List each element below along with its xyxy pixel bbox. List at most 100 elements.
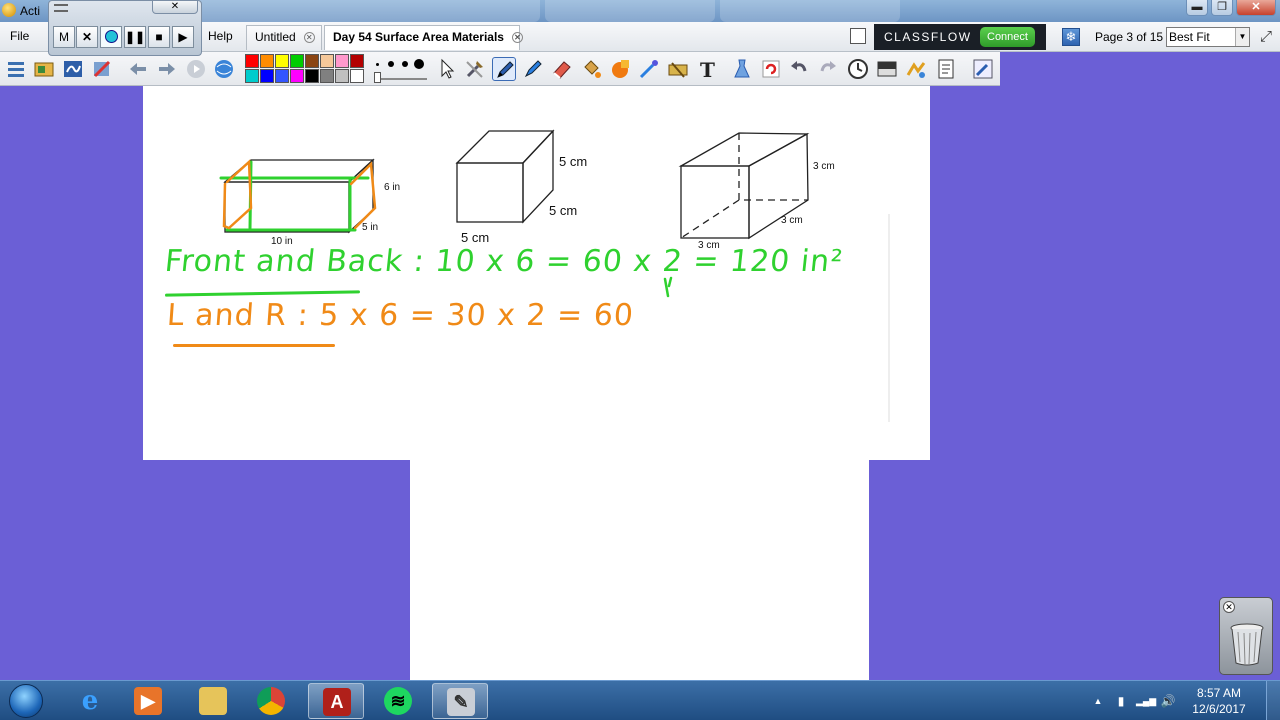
recorder-record-button[interactable] (100, 26, 122, 48)
snowflake-icon[interactable]: ❄ (1062, 28, 1080, 46)
flipchart-icon[interactable] (61, 57, 85, 81)
color-swatch-5[interactable] (320, 54, 334, 68)
previous-page-icon[interactable] (126, 57, 150, 81)
recorder-menu-button[interactable]: M (53, 26, 75, 48)
connector-icon[interactable] (666, 57, 690, 81)
tab-day-54[interactable]: Day 54 Surface Area Materials ✕ (324, 25, 523, 50)
color-swatch-4[interactable] (305, 54, 319, 68)
color-swatch-14[interactable] (335, 69, 349, 83)
fill-icon[interactable] (579, 57, 603, 81)
recorder-pause-button[interactable]: ❚❚ (124, 26, 146, 48)
desktop-annotate-icon[interactable] (904, 57, 928, 81)
color-swatch-10[interactable] (275, 69, 289, 83)
taskbar-media-player[interactable]: ▶ (120, 683, 176, 719)
pen-size-medium[interactable] (388, 61, 394, 67)
tools-icon[interactable] (463, 57, 487, 81)
recorder-stop-button[interactable]: ■ (148, 26, 170, 48)
notes-icon[interactable] (934, 57, 958, 81)
close-button[interactable]: ✕ (1236, 0, 1276, 16)
orange-ink-annotation: L and R : 5 x 6 = 30 x 2 = 60 (165, 298, 636, 333)
magic-ink-icon[interactable] (637, 57, 661, 81)
taskbar-file-explorer[interactable] (185, 683, 241, 719)
tab-close-icon[interactable]: ✕ (511, 32, 523, 43)
system-clock[interactable]: 8:57 AM 12/6/2017 (1186, 685, 1252, 717)
recorder-cancel-button[interactable]: ✕ (76, 26, 98, 48)
minimize-button[interactable]: ▬ (1186, 0, 1208, 16)
color-swatch-11[interactable] (290, 69, 304, 83)
color-swatch-9[interactable] (260, 69, 274, 83)
chrome-icon (257, 687, 285, 715)
highlighter-icon[interactable] (521, 57, 545, 81)
menu-help[interactable]: Help (208, 22, 233, 52)
menu-file[interactable]: File (10, 22, 29, 52)
clock-icon[interactable] (846, 57, 870, 81)
clear-icon[interactable] (90, 57, 114, 81)
taskbar-internet-explorer[interactable]: e (62, 683, 118, 719)
pen-size-medium-large[interactable] (402, 61, 408, 67)
trash-bin-icon (1230, 623, 1264, 666)
zoom-select[interactable]: Best Fit ▼ (1166, 27, 1250, 47)
page-browser-icon[interactable] (850, 28, 866, 44)
redo-icon[interactable] (816, 57, 840, 81)
flipchart-page-lower[interactable] (410, 460, 869, 680)
color-swatch-1[interactable] (260, 54, 274, 68)
chevron-down-icon[interactable]: ▼ (1235, 28, 1249, 46)
color-swatch-12[interactable] (305, 69, 319, 83)
prism-1-depth-label: 5 in (362, 222, 379, 233)
taskbar-chrome[interactable] (243, 683, 299, 719)
record-icon (104, 30, 118, 43)
color-swatch-13[interactable] (320, 69, 334, 83)
recorder-play-button[interactable]: ▶ (172, 26, 194, 48)
signal-icon[interactable]: ▂▄▆ (1136, 693, 1156, 709)
shape-icon[interactable] (608, 57, 632, 81)
eraser-icon[interactable] (550, 57, 574, 81)
fullscreen-icon[interactable]: ⤢ (1256, 27, 1276, 47)
main-toolbar: T (0, 52, 1000, 86)
text-icon[interactable]: T (695, 57, 719, 82)
pen-size-small[interactable] (376, 63, 379, 66)
reset-page-icon[interactable] (759, 57, 783, 81)
pen-width-slider-handle[interactable] (374, 72, 381, 83)
taskbar-spotify[interactable]: ≋ (370, 683, 426, 719)
undo-icon[interactable] (787, 57, 811, 81)
show-desktop-button[interactable] (1266, 681, 1280, 720)
pen-width-slider[interactable] (375, 78, 427, 80)
main-menu-icon[interactable] (4, 57, 28, 81)
screen-shade-icon[interactable] (875, 57, 899, 81)
tab-close-icon[interactable]: ✕ (303, 32, 315, 43)
pen-size-large[interactable] (414, 59, 424, 69)
clear-annotations-icon[interactable] (730, 57, 754, 81)
play-media-icon[interactable] (184, 57, 208, 81)
maximize-button[interactable]: ❐ (1211, 0, 1233, 16)
select-icon[interactable] (435, 57, 459, 81)
network-icon[interactable]: ▮ (1113, 693, 1129, 709)
pen-width-selector[interactable] (370, 54, 430, 84)
classflow-connect-button[interactable]: Connect (980, 27, 1035, 47)
trash-can[interactable]: ✕ (1219, 597, 1273, 675)
volume-icon[interactable]: 🔊 (1160, 693, 1176, 709)
orange-ink-underline (173, 344, 335, 347)
show-hidden-icons[interactable]: ▲ (1090, 693, 1106, 709)
pen-icon[interactable] (492, 57, 516, 81)
color-swatch-15[interactable] (350, 69, 364, 83)
flipchart-page[interactable]: 6 in 5 in 10 in 5 cm 5 cm 5 cm 3 cm 3 cm… (143, 86, 930, 460)
tab-untitled[interactable]: Untitled ✕ (246, 25, 322, 50)
trash-close-icon[interactable]: ✕ (1223, 601, 1235, 613)
color-swatch-3[interactable] (290, 54, 304, 68)
color-swatch-2[interactable] (275, 54, 289, 68)
color-swatch-0[interactable] (245, 54, 259, 68)
taskbar-activinspire[interactable]: ✎ (432, 683, 488, 719)
color-swatch-7[interactable] (350, 54, 364, 68)
drag-handle-icon[interactable] (54, 4, 68, 12)
resource-browser-icon[interactable] (32, 57, 56, 81)
color-swatch-8[interactable] (245, 69, 259, 83)
toolbox-settings-icon[interactable] (971, 57, 995, 81)
next-page-icon[interactable] (155, 57, 179, 81)
taskbar-acrobat[interactable]: A (308, 683, 364, 719)
color-swatch-6[interactable] (335, 54, 349, 68)
browser-icon[interactable] (212, 57, 236, 81)
spotify-icon: ≋ (384, 687, 412, 715)
prism-1-green-ink (219, 160, 370, 232)
recorder-close-button[interactable]: ✕ (152, 0, 198, 14)
start-button[interactable] (4, 682, 50, 720)
